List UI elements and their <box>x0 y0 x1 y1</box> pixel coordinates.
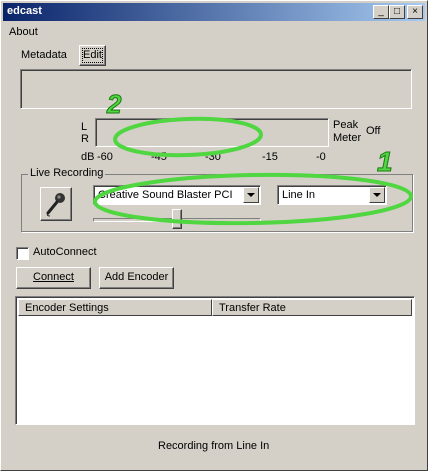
scale-tick: -45 <box>151 151 167 163</box>
meter-left-label: L <box>81 121 88 133</box>
peak-meter-label-2: Meter <box>333 132 362 144</box>
scale-tick: -30 <box>205 151 221 163</box>
connect-button[interactable]: Connect <box>16 267 91 289</box>
menu-about[interactable]: About <box>9 26 38 38</box>
close-button[interactable]: × <box>407 5 423 19</box>
window-title: edcast <box>7 5 42 17</box>
autoconnect-label[interactable]: AutoConnect <box>33 246 97 258</box>
title-bar[interactable]: edcast _ □ × <box>3 3 425 21</box>
scale-tick: -0 <box>316 151 326 163</box>
scale-tick: -15 <box>262 151 278 163</box>
db-label: dB <box>81 151 95 163</box>
annotation-number-1: 1 <box>377 146 394 178</box>
annotation-number-2: 2 <box>106 89 122 120</box>
metadata-display <box>20 69 412 109</box>
chevron-down-icon[interactable] <box>369 187 385 203</box>
audio-device-select[interactable]: Creative Sound Blaster PCI <box>93 185 261 205</box>
autoconnect-checkbox[interactable] <box>16 247 29 260</box>
peak-meter <box>95 118 329 147</box>
menu-bar: About <box>3 22 425 41</box>
peak-meter-state[interactable]: Off <box>366 125 380 137</box>
live-recording-toggle-button[interactable] <box>40 187 72 221</box>
maximize-button[interactable]: □ <box>389 5 405 19</box>
audio-input-value: Line In <box>282 189 316 201</box>
column-encoder-settings[interactable]: Encoder Settings <box>18 299 212 316</box>
add-encoder-button[interactable]: Add Encoder <box>99 267 174 289</box>
app-window: edcast _ □ × About Metadata Edit L R Pea… <box>0 0 428 471</box>
edit-metadata-button[interactable]: Edit <box>79 45 106 66</box>
live-recording-title: Live Recording <box>28 167 106 179</box>
audio-input-select[interactable]: Line In <box>277 185 387 205</box>
minimize-button[interactable]: _ <box>373 5 389 19</box>
chevron-down-icon[interactable] <box>243 187 259 203</box>
audio-device-value: Creative Sound Blaster PCI <box>98 189 233 201</box>
peak-meter-label-1: Peak <box>333 119 359 131</box>
metadata-label: Metadata <box>21 49 67 61</box>
volume-slider-thumb[interactable] <box>172 209 182 229</box>
volume-slider[interactable] <box>93 209 261 231</box>
status-text: Recording from Line In <box>158 440 270 452</box>
scale-tick: -60 <box>97 151 113 163</box>
microphone-icon <box>44 191 68 220</box>
connect-button-label: Connect <box>33 271 74 283</box>
meter-right-label: R <box>81 133 89 145</box>
encoder-list[interactable]: Encoder Settings Transfer Rate <box>15 296 415 425</box>
column-transfer-rate[interactable]: Transfer Rate <box>212 299 412 316</box>
